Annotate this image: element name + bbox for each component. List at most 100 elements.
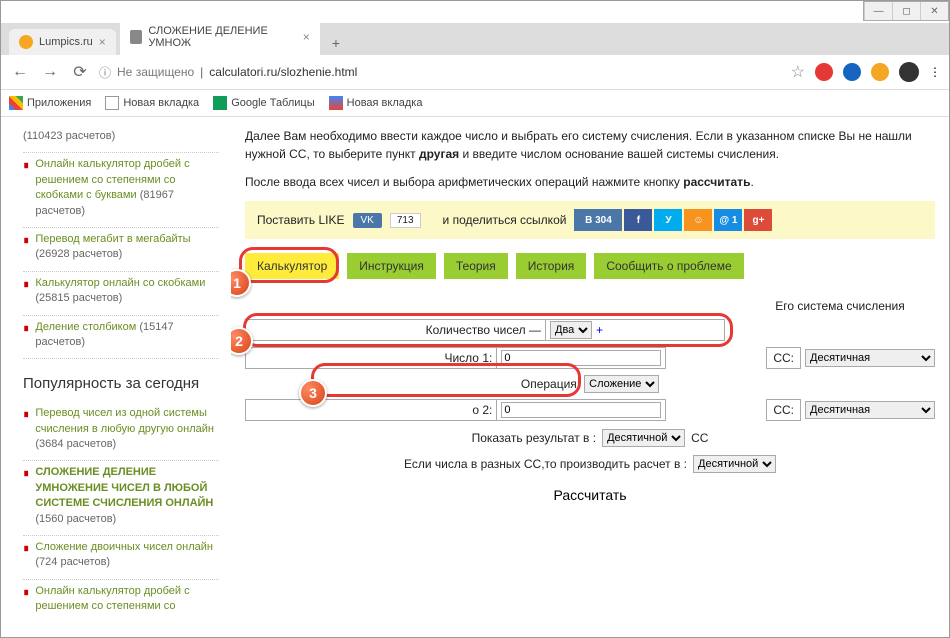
maximize-button[interactable]: ◻ [892, 2, 920, 20]
favicon-icon [19, 35, 33, 49]
tab-calculator[interactable]: СЛОЖЕНИЕ ДЕЛЕНИЕ УМНОЖ × [120, 19, 320, 55]
tab-title: Lumpics.ru [39, 36, 93, 48]
url-text: calculatori.ru/slozhenie.html [209, 65, 357, 79]
ss-label: СС: [766, 347, 801, 369]
tab-calculator[interactable]: Калькулятор [245, 253, 339, 279]
share-fb[interactable]: f [624, 209, 652, 231]
tab-title: СЛОЖЕНИЕ ДЕЛЕНИЕ УМНОЖ [148, 25, 296, 49]
bookmark-newtab2[interactable]: Новая вкладка [329, 96, 423, 110]
row-num2: о 2: СС: Десятичная [245, 399, 935, 421]
security-warning: Не защищено [117, 65, 194, 79]
result-ss-select[interactable]: Десятичной [602, 429, 685, 447]
share-ok[interactable]: ☺ [684, 209, 712, 231]
back-button[interactable]: ← [9, 61, 31, 83]
bookmark-sheets[interactable]: Google Таблицы [213, 96, 314, 110]
share-tw[interactable]: У [654, 209, 682, 231]
share-vk[interactable]: В 304 [574, 209, 622, 231]
row-diff-ss: Если числа в разных СС,то производить ра… [245, 455, 935, 473]
apps-shortcut[interactable]: Приложения [9, 96, 91, 110]
calculator-form: Его система счисления Количество чисел —… [245, 299, 935, 503]
intro-paragraph-2: После ввода всех чисел и выбора арифмети… [245, 173, 935, 191]
tab-lumpics[interactable]: Lumpics.ru × [9, 29, 116, 55]
vk-like-button[interactable]: VK [353, 213, 382, 228]
sidebar-item[interactable]: ∎Деление столбиком (15147 расчетов) [23, 316, 219, 360]
tab-history[interactable]: История [516, 253, 587, 279]
social-buttons: В 304 f У ☺ @ 1 g+ [574, 209, 772, 231]
sidebar-item[interactable]: ∎Сложение двоичных чисел онлайн (724 рас… [23, 536, 219, 580]
num1-input[interactable] [501, 350, 661, 366]
page-content: (110423 расчетов) ∎Онлайн калькулятор др… [1, 117, 949, 623]
browser-toolbar: ← → ⟳ ⓘ Не защищено | calculatori.ru/slo… [1, 55, 949, 90]
yandex-icon[interactable] [815, 63, 833, 81]
count-select[interactable]: Два [550, 321, 592, 339]
ss2-select[interactable]: Десятичная [805, 401, 935, 419]
bullet-icon: ∎ [23, 234, 29, 263]
share-bar: Поставить LIKE VK 713 и поделиться ссылк… [245, 201, 935, 239]
sidebar-item[interactable]: ∎Калькулятор онлайн со скобками (25815 р… [23, 272, 219, 316]
bullet-icon: ∎ [23, 542, 29, 571]
bullet-icon: ∎ [23, 278, 29, 307]
share-gplus[interactable]: g+ [744, 209, 772, 231]
window-controls: — ◻ ✕ [863, 1, 949, 21]
ss1-select[interactable]: Десятичная [805, 349, 935, 367]
annotation-badge-3: 3 [299, 379, 327, 407]
reload-button[interactable]: ⟳ [69, 61, 91, 83]
close-icon[interactable]: × [303, 30, 310, 44]
sidebar-item[interactable]: ∎Онлайн калькулятор дробей с решением со… [23, 580, 219, 623]
num2-label: о 2: [245, 399, 496, 421]
operation-label: Операция: [521, 377, 580, 391]
extension-icon[interactable] [843, 63, 861, 81]
row-result: Показать результат в : Десятичной СС [245, 429, 935, 447]
bullet-icon: ∎ [23, 467, 29, 527]
sidebar-item[interactable]: ∎Перевод мегабит в мегабайты (26928 расч… [23, 228, 219, 272]
num1-label: Число 1: [245, 347, 496, 369]
sidebar-item: (110423 расчетов) [23, 125, 219, 153]
extension-icon[interactable] [871, 63, 889, 81]
add-number-link[interactable]: + [596, 323, 603, 337]
forward-button[interactable]: → [39, 61, 61, 83]
sidebar: (110423 расчетов) ∎Онлайн калькулятор др… [1, 117, 231, 623]
favicon-icon [130, 30, 143, 44]
minimize-button[interactable]: — [864, 2, 892, 20]
share-mail[interactable]: @ 1 [714, 209, 742, 231]
menu-icon[interactable]: ⋮ [929, 65, 941, 79]
like-count: 713 [390, 213, 421, 228]
like-label: Поставить LIKE [257, 213, 345, 227]
diff-ss-select[interactable]: Десятичной [693, 455, 776, 473]
browser-tabs: Lumpics.ru × СЛОЖЕНИЕ ДЕЛЕНИЕ УМНОЖ × + [1, 23, 949, 55]
count-label: Количество чисел — [245, 319, 545, 341]
calculate-button[interactable]: Рассчитать [553, 487, 626, 503]
bullet-icon: ∎ [23, 586, 29, 615]
row-count: Количество чисел — Два + [245, 319, 935, 341]
doc-icon [105, 96, 119, 110]
sidebar-item[interactable]: ∎СЛОЖЕНИЕ ДЕЛЕНИЕ УМНОЖЕНИЕ ЧИСЕЛ В ЛЮБО… [23, 461, 219, 536]
share-label: и поделиться ссылкой [443, 213, 567, 227]
num2-input[interactable] [501, 402, 661, 418]
info-icon[interactable]: ⓘ [99, 64, 111, 81]
operation-select[interactable]: Сложение [584, 375, 659, 393]
intro-paragraph: Далее Вам необходимо ввести каждое число… [245, 127, 935, 163]
bullet-icon: ∎ [23, 322, 29, 351]
photo-icon [329, 96, 343, 110]
sidebar-item[interactable]: ∎Онлайн калькулятор дробей с решением со… [23, 153, 219, 228]
main-content: Далее Вам необходимо ввести каждое число… [231, 117, 949, 623]
apps-icon [9, 96, 23, 110]
bookmark-newtab[interactable]: Новая вкладка [105, 96, 199, 110]
new-tab-button[interactable]: + [324, 31, 348, 55]
bullet-icon: ∎ [23, 408, 29, 452]
bullet-icon: ∎ [23, 159, 29, 219]
profile-avatar[interactable] [899, 62, 919, 82]
bookmark-icon[interactable]: ☆ [791, 62, 805, 82]
tab-report[interactable]: Сообщить о проблеме [594, 253, 743, 279]
row-operation: Операция: Сложение [245, 375, 935, 393]
tab-theory[interactable]: Теория [444, 253, 508, 279]
close-button[interactable]: ✕ [920, 2, 948, 20]
sidebar-item[interactable]: ∎Перевод чисел из одной системы счислени… [23, 402, 219, 461]
tab-instruction[interactable]: Инструкция [347, 253, 436, 279]
address-bar[interactable]: ⓘ Не защищено | calculatori.ru/slozhenie… [99, 64, 783, 81]
row-num1: Число 1: СС: Десятичная [245, 347, 935, 369]
sheets-icon [213, 96, 227, 110]
ss-label: СС: [766, 399, 801, 421]
close-icon[interactable]: × [99, 35, 106, 49]
toolbar-right: ☆ ⋮ [791, 62, 941, 82]
